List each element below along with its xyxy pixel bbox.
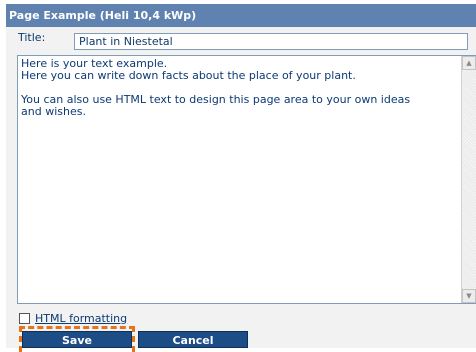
vertical-scrollbar[interactable]: ▲ ▼ xyxy=(461,56,476,303)
page-edit-dialog: Page Example (Heli 10,4 kWp) Title: Plan… xyxy=(6,4,476,352)
scroll-down-icon[interactable]: ▼ xyxy=(462,289,476,303)
title-label: Title: xyxy=(18,31,46,44)
save-button[interactable]: Save xyxy=(22,331,132,348)
title-input[interactable]: Plant in Niestetal xyxy=(74,33,468,50)
cancel-button[interactable]: Cancel xyxy=(138,331,248,348)
html-formatting-label[interactable]: HTML formatting xyxy=(35,312,127,325)
scroll-up-icon[interactable]: ▲ xyxy=(462,56,476,70)
page-text-area[interactable]: Here is your text example. Here you can … xyxy=(17,55,476,304)
html-formatting-option[interactable]: HTML formatting xyxy=(19,311,127,325)
dialog-title: Page Example (Heli 10,4 kWp) xyxy=(6,4,476,27)
html-formatting-checkbox[interactable] xyxy=(19,312,30,324)
page-text-content[interactable]: Here is your text example. Here you can … xyxy=(21,58,461,302)
